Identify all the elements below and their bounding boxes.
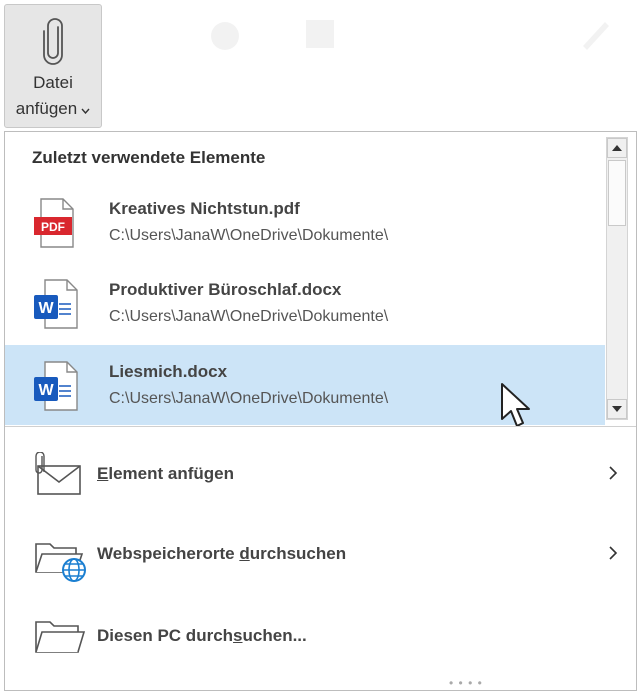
resize-grip[interactable]: • • • • <box>449 676 483 690</box>
attach-file-dropdown: Zuletzt verwendete Elemente PDF Kreative… <box>4 131 637 691</box>
scroll-down-button[interactable] <box>607 399 627 419</box>
scroll-up-button[interactable] <box>607 138 627 158</box>
pdf-file-icon: PDF <box>33 197 79 254</box>
mouse-cursor-icon <box>499 381 533 436</box>
recent-item-name: Produktiver Büroschlaf.docx <box>109 280 342 299</box>
label-text: Webspeicherorte <box>97 544 240 563</box>
attach-file-button[interactable]: Datei anfügen <box>4 4 102 128</box>
folder-icon <box>32 614 88 665</box>
chevron-right-icon <box>607 464 619 487</box>
browse-this-pc-menu-item[interactable]: Diesen PC durchsuchen... <box>5 602 636 672</box>
svg-text:PDF: PDF <box>41 220 65 234</box>
attach-file-label-line2: anfügen <box>5 99 101 119</box>
access-key: s <box>233 626 243 645</box>
word-file-icon: W <box>33 278 79 335</box>
chevron-right-icon <box>607 544 619 567</box>
scrollbar-thumb[interactable] <box>608 160 626 226</box>
section-divider <box>5 426 636 427</box>
triangle-down-icon <box>612 406 622 412</box>
triangle-up-icon <box>612 145 622 151</box>
recent-item-name: Kreatives Nichtstun.pdf <box>109 199 300 218</box>
access-key: E <box>97 464 109 483</box>
recent-item-name: Liesmich.docx <box>109 362 228 381</box>
recent-items-scrollbar[interactable] <box>606 137 628 420</box>
paperclip-icon <box>42 17 66 70</box>
label-text: urchsuchen <box>249 544 347 563</box>
faded-ribbon-icon <box>205 18 245 59</box>
access-key: d <box>239 544 250 563</box>
attach-file-label-text: anfügen <box>15 99 78 118</box>
recent-item-pdf[interactable]: PDF Kreatives Nichtstun.pdf C:\Users\Jan… <box>5 182 605 262</box>
chevron-down-icon <box>81 99 90 119</box>
svg-text:W: W <box>38 382 54 399</box>
attach-item-menu-item[interactable]: Element anfügen <box>5 440 636 510</box>
label-text: uchen... <box>242 626 307 645</box>
faded-ribbon-icon <box>300 14 340 59</box>
recent-item-docx-selected[interactable]: W Liesmich.docx C:\Users\JanaW\OneDrive\… <box>5 345 605 427</box>
web-folder-icon <box>32 532 92 589</box>
word-file-icon: W <box>33 360 79 417</box>
browse-web-locations-label: Webspeicherorte durchsuchen <box>97 544 346 564</box>
recent-item-docx[interactable]: W Produktiver Büroschlaf.docx C:\Users\J… <box>5 263 605 343</box>
svg-text:W: W <box>38 300 54 317</box>
attach-item-icon <box>32 451 84 503</box>
recent-item-path: C:\Users\JanaW\OneDrive\Dokumente\ <box>109 390 389 407</box>
browse-web-locations-menu-item[interactable]: Webspeicherorte durchsuchen <box>5 520 636 590</box>
recent-item-path: C:\Users\JanaW\OneDrive\Dokumente\ <box>109 308 389 325</box>
faded-ribbon-icon <box>575 14 615 59</box>
attach-file-label-line1: Datei <box>33 73 73 92</box>
attach-item-label: Element anfügen <box>97 464 234 484</box>
browse-this-pc-label: Diesen PC durchsuchen... <box>97 626 307 646</box>
label-text: Diesen PC durch <box>97 626 234 645</box>
recent-items-heading: Zuletzt verwendete Elemente <box>32 148 266 167</box>
label-text: lement anfügen <box>108 464 234 483</box>
recent-item-path: C:\Users\JanaW\OneDrive\Dokumente\ <box>109 227 389 244</box>
